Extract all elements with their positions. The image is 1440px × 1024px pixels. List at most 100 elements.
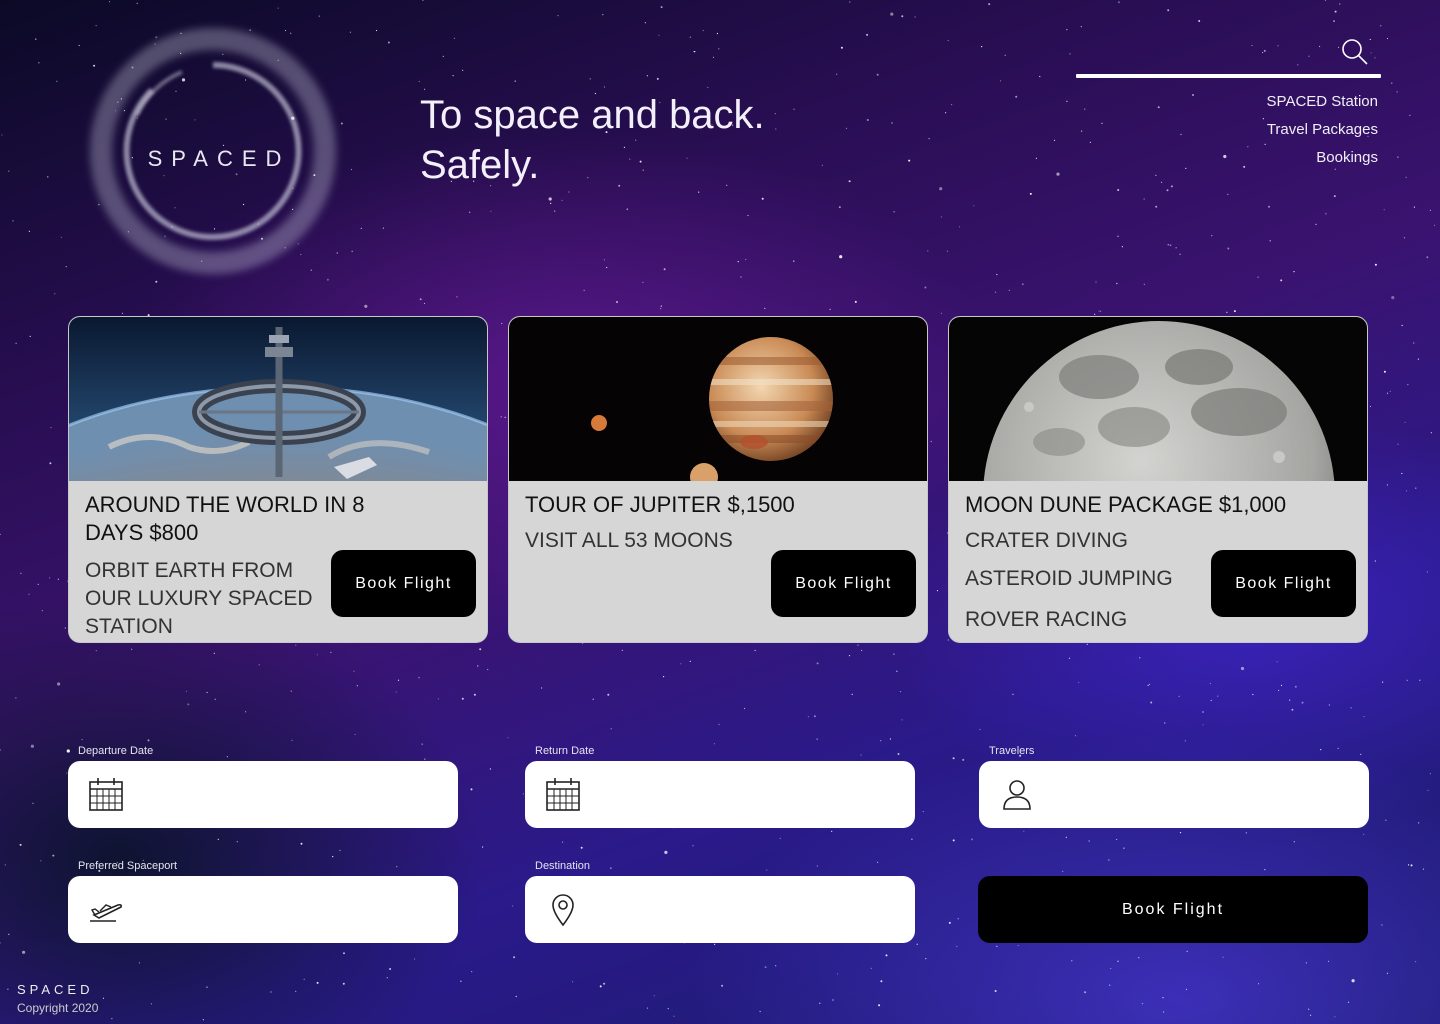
star bbox=[761, 197, 764, 200]
star bbox=[893, 211, 895, 213]
star bbox=[1308, 1008, 1310, 1010]
star bbox=[1370, 52, 1372, 54]
star bbox=[1386, 37, 1389, 40]
star bbox=[1251, 44, 1253, 47]
star bbox=[1429, 209, 1431, 211]
star bbox=[999, 80, 1002, 82]
star bbox=[422, 0, 424, 1]
star bbox=[1410, 864, 1413, 867]
departure-date-field[interactable] bbox=[68, 761, 458, 828]
user-icon bbox=[999, 776, 1035, 812]
star bbox=[1277, 45, 1279, 47]
star bbox=[568, 191, 570, 193]
star bbox=[7, 988, 9, 990]
star bbox=[981, 46, 983, 48]
travelers-input[interactable] bbox=[1049, 775, 1349, 815]
book-flight-button-moon[interactable]: Book Flight bbox=[1211, 550, 1356, 617]
nav-link-bookings[interactable]: Bookings bbox=[1267, 144, 1378, 172]
destination-input[interactable] bbox=[595, 890, 895, 930]
star bbox=[1381, 924, 1383, 926]
star bbox=[759, 1010, 761, 1013]
star bbox=[1080, 26, 1082, 28]
preferred-spaceport-input[interactable] bbox=[138, 890, 438, 930]
star bbox=[40, 860, 42, 862]
logo-text: SPACED bbox=[147, 146, 291, 171]
star bbox=[226, 756, 228, 758]
star bbox=[316, 654, 318, 656]
star bbox=[1426, 571, 1428, 573]
star bbox=[1257, 276, 1259, 278]
star bbox=[1179, 832, 1182, 834]
star bbox=[1320, 749, 1322, 751]
preferred-spaceport-field[interactable] bbox=[68, 876, 458, 943]
star bbox=[616, 301, 618, 303]
star bbox=[718, 723, 720, 726]
star bbox=[1369, 405, 1372, 408]
star bbox=[423, 302, 426, 305]
star bbox=[1143, 198, 1145, 200]
book-flight-button-earth[interactable]: Book Flight bbox=[331, 550, 476, 617]
star bbox=[603, 259, 606, 261]
star bbox=[245, 711, 247, 713]
return-date-field[interactable] bbox=[525, 761, 915, 828]
search-underline[interactable] bbox=[1076, 74, 1381, 78]
star bbox=[1088, 840, 1090, 842]
star bbox=[754, 649, 756, 652]
star bbox=[957, 918, 959, 920]
book-flight-submit-button[interactable]: Book Flight bbox=[978, 876, 1368, 943]
star bbox=[332, 856, 334, 858]
star bbox=[713, 743, 716, 745]
star bbox=[680, 663, 682, 665]
star bbox=[1081, 130, 1083, 132]
star bbox=[1117, 960, 1119, 962]
departure-date-input[interactable] bbox=[138, 775, 438, 815]
star bbox=[893, 653, 895, 655]
star bbox=[602, 14, 604, 16]
spaced-logo[interactable]: SPACED bbox=[82, 20, 344, 282]
star bbox=[816, 865, 819, 867]
preferred-spaceport-label: Preferred Spaceport bbox=[78, 860, 178, 872]
star bbox=[959, 226, 961, 228]
star bbox=[1363, 833, 1365, 835]
star bbox=[1186, 950, 1188, 953]
star bbox=[1405, 490, 1408, 492]
book-flight-button-jupiter[interactable]: Book Flight bbox=[771, 550, 916, 617]
search-icon[interactable] bbox=[1340, 37, 1370, 67]
star bbox=[1391, 296, 1395, 300]
star bbox=[1291, 708, 1294, 711]
star bbox=[1185, 988, 1188, 991]
star bbox=[1380, 25, 1382, 27]
star bbox=[185, 690, 188, 692]
return-date-label: Return Date bbox=[535, 745, 595, 757]
star bbox=[1293, 841, 1295, 843]
star bbox=[996, 945, 998, 947]
star bbox=[821, 164, 824, 166]
star bbox=[866, 33, 869, 36]
destination-field[interactable] bbox=[525, 876, 915, 943]
travelers-field[interactable] bbox=[979, 761, 1369, 828]
star bbox=[660, 305, 662, 307]
star bbox=[664, 850, 668, 855]
nav-link-travel-packages[interactable]: Travel Packages bbox=[1267, 116, 1378, 144]
star bbox=[940, 312, 943, 314]
star bbox=[1202, 724, 1204, 726]
star bbox=[541, 687, 543, 689]
star bbox=[550, 202, 552, 204]
star bbox=[35, 38, 37, 40]
star bbox=[899, 691, 902, 693]
star bbox=[1227, 247, 1230, 250]
star bbox=[1389, 390, 1391, 392]
star bbox=[22, 950, 26, 954]
hero-tagline: To space and back. Safely. bbox=[420, 90, 765, 190]
star bbox=[1109, 984, 1111, 986]
star bbox=[606, 266, 608, 269]
star bbox=[29, 335, 31, 337]
star bbox=[1374, 560, 1376, 562]
star bbox=[456, 296, 458, 298]
star bbox=[1333, 20, 1335, 23]
star bbox=[473, 693, 476, 696]
nav-link-spaced-station[interactable]: SPACED Station bbox=[1267, 88, 1378, 116]
star bbox=[775, 965, 777, 967]
star bbox=[1385, 819, 1387, 821]
return-date-input[interactable] bbox=[595, 775, 895, 815]
